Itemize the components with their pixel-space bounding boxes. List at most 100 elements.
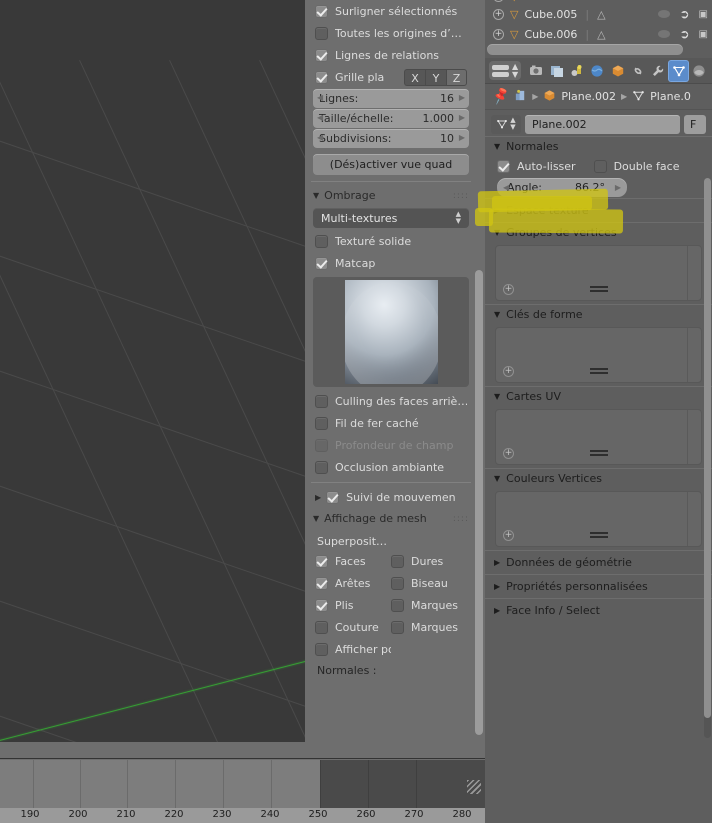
- resize-handle-icon[interactable]: [589, 532, 608, 538]
- option-grid-floor[interactable]: Grille pla X Y Z: [305, 66, 477, 88]
- panel-header-cartes-uv[interactable]: ▼ Cartes UV: [485, 386, 712, 406]
- panel-header-shading[interactable]: ▼ Ombrage ::::: [305, 185, 477, 206]
- resize-handle-icon[interactable]: [589, 450, 608, 456]
- checkbox-icon[interactable]: [315, 598, 328, 612]
- mesh-data-icon[interactable]: △: [597, 8, 605, 21]
- panel-header-face-info-select[interactable]: ▶ Face Info / Select: [485, 598, 712, 622]
- option-marks-2[interactable]: Marques: [391, 620, 458, 634]
- checkbox-icon[interactable]: [497, 160, 510, 173]
- tab-render-layers[interactable]: [547, 61, 565, 81]
- vertex-groups-list[interactable]: +: [495, 245, 702, 301]
- checkbox-icon[interactable]: [315, 26, 328, 40]
- outliner-horizontal-scrollbar[interactable]: [487, 44, 683, 55]
- checkbox-icon[interactable]: [391, 554, 404, 568]
- breadcrumb-object-label[interactable]: Plane.002: [561, 90, 616, 103]
- tab-material[interactable]: [690, 61, 708, 81]
- tab-scene[interactable]: [568, 61, 586, 81]
- option-highlight-selected[interactable]: Surligner sélectionnés: [305, 0, 477, 22]
- breadcrumb-mesh-label[interactable]: Plane.0: [650, 90, 691, 103]
- add-icon[interactable]: +: [503, 448, 514, 459]
- panel-header-mesh-display[interactable]: ▼ Affichage de mesh ::::: [305, 508, 477, 529]
- option-show-weights[interactable]: Afficher poids: [315, 642, 391, 656]
- mesh-display-row[interactable]: Couture Marques: [305, 616, 477, 638]
- option-bevel[interactable]: Biseau: [391, 576, 448, 590]
- checkbox-icon[interactable]: [315, 234, 328, 248]
- checkbox-icon[interactable]: [315, 48, 328, 62]
- shape-keys-list[interactable]: +: [495, 327, 702, 383]
- list-side-buttons[interactable]: [687, 246, 701, 300]
- panel-header-donnees-de-geometrie[interactable]: ▶ Données de géométrie: [485, 550, 712, 574]
- toggle-quad-view-button[interactable]: (Dés)activer vue quad: [313, 154, 469, 175]
- option-ambient-occlusion[interactable]: Occlusion ambiante: [305, 456, 477, 478]
- shading-method-dropdown[interactable]: Multi-textures ▲ ▼: [313, 208, 469, 228]
- add-icon[interactable]: +: [503, 284, 514, 295]
- checkbox-icon[interactable]: [315, 4, 328, 18]
- option-faces[interactable]: Faces: [315, 554, 391, 568]
- datablock-name-field[interactable]: Plane.002: [525, 114, 680, 134]
- visibility-icon[interactable]: [658, 30, 671, 38]
- checkbox-icon[interactable]: [315, 256, 328, 270]
- panel-header-groupes-de-vertices[interactable]: ▼ Groupes de vertices: [485, 222, 712, 242]
- visibility-icon[interactable]: [658, 10, 671, 18]
- option-all-origins[interactable]: Toutes les origines d’…: [305, 22, 477, 44]
- option-creases[interactable]: Plis: [315, 598, 391, 612]
- checkbox-icon[interactable]: [315, 576, 328, 590]
- checkbox-icon[interactable]: [326, 490, 340, 504]
- expand-icon[interactable]: +: [493, 8, 504, 20]
- checkbox-icon[interactable]: [593, 160, 607, 173]
- checkbox-icon[interactable]: [315, 416, 328, 430]
- object-data-small-icon[interactable]: [514, 89, 527, 105]
- checkbox-icon[interactable]: [315, 620, 328, 634]
- option-marks-1[interactable]: Marques: [391, 598, 458, 612]
- resize-handle-icon[interactable]: [589, 286, 608, 292]
- tab-modifiers[interactable]: [649, 61, 667, 81]
- option-sharp[interactable]: Dures: [391, 554, 443, 568]
- tool-panel-scrollbar[interactable]: [475, 270, 483, 735]
- tab-object[interactable]: [608, 61, 626, 81]
- tab-world[interactable]: [588, 61, 606, 81]
- option-matcap[interactable]: Matcap: [305, 252, 477, 274]
- option-solid-textured[interactable]: Texturé solide: [305, 230, 477, 252]
- field-grid-subdivisions[interactable]: Subdivisions: 10: [313, 129, 469, 148]
- checkbox-icon[interactable]: [391, 598, 404, 612]
- expand-icon[interactable]: +: [493, 28, 504, 40]
- panel-header-couleurs-vertices[interactable]: ▼ Couleurs Vertices: [485, 468, 712, 488]
- option-backface-culling[interactable]: Culling des faces arriè…: [305, 390, 477, 412]
- grid-axis-group[interactable]: X Y Z: [404, 68, 467, 86]
- checkbox-icon[interactable]: [315, 642, 328, 656]
- selectable-icon[interactable]: ➲: [679, 27, 689, 41]
- list-side-buttons[interactable]: [687, 328, 701, 382]
- mesh-display-row[interactable]: Plis Marques: [305, 594, 477, 616]
- option-hidden-wire[interactable]: Fil de fer caché: [305, 412, 477, 434]
- outliner-row[interactable]: + ▽ Cube.006 | △ ➲ ▣: [485, 24, 712, 44]
- option-double-sided[interactable]: Double face: [593, 156, 692, 177]
- mesh-data-icon[interactable]: △: [597, 28, 605, 41]
- checkbox-icon[interactable]: [315, 554, 328, 568]
- 3d-viewport[interactable]: [0, 0, 305, 742]
- timeline-editor[interactable]: 190 200 210 220 230 240 250 260 270 280: [0, 742, 485, 823]
- timeline-ruler[interactable]: 190 200 210 220 230 240 250 260 270 280: [0, 808, 485, 823]
- panel-header-proprietes-personnalisees[interactable]: ▶ Propriétés personnalisées: [485, 574, 712, 598]
- field-grid-lines[interactable]: Lignes: 16: [313, 89, 469, 108]
- list-side-buttons[interactable]: [687, 410, 701, 464]
- panel-header-espace-texture[interactable]: ▶ Espace texture: [485, 198, 712, 222]
- vertex-colors-list[interactable]: +: [495, 491, 702, 547]
- breadcrumb[interactable]: 📌 ▶ Plane.002 ▶ Plane.0: [485, 84, 712, 110]
- checkbox-icon[interactable]: [315, 460, 328, 474]
- resize-grip-icon[interactable]: [467, 780, 481, 794]
- pin-icon[interactable]: 📌: [491, 87, 511, 107]
- auto-smooth-angle-slider[interactable]: Angle: 86.2°: [497, 178, 627, 197]
- datablock-bar[interactable]: ▲ ▼ Plane.002 F: [491, 114, 706, 134]
- option-relationship-lines[interactable]: Lignes de relations: [305, 44, 477, 66]
- render-icon[interactable]: ▣: [699, 29, 708, 40]
- option-seams[interactable]: Couture: [315, 620, 391, 634]
- checkbox-icon[interactable]: [391, 576, 404, 590]
- panel-header-motion-tracking[interactable]: ▶ Suivi de mouvemen: [305, 486, 477, 508]
- properties-tab-bar[interactable]: ▲ ▼: [485, 58, 712, 84]
- option-edges[interactable]: Arêtes: [315, 576, 391, 590]
- checkbox-icon[interactable]: [391, 620, 404, 634]
- axis-y-button[interactable]: Y: [425, 68, 446, 86]
- tab-object-data[interactable]: [669, 60, 688, 81]
- option-auto-smooth[interactable]: Auto-lisser: [485, 156, 576, 177]
- render-icon[interactable]: ▣: [699, 9, 708, 20]
